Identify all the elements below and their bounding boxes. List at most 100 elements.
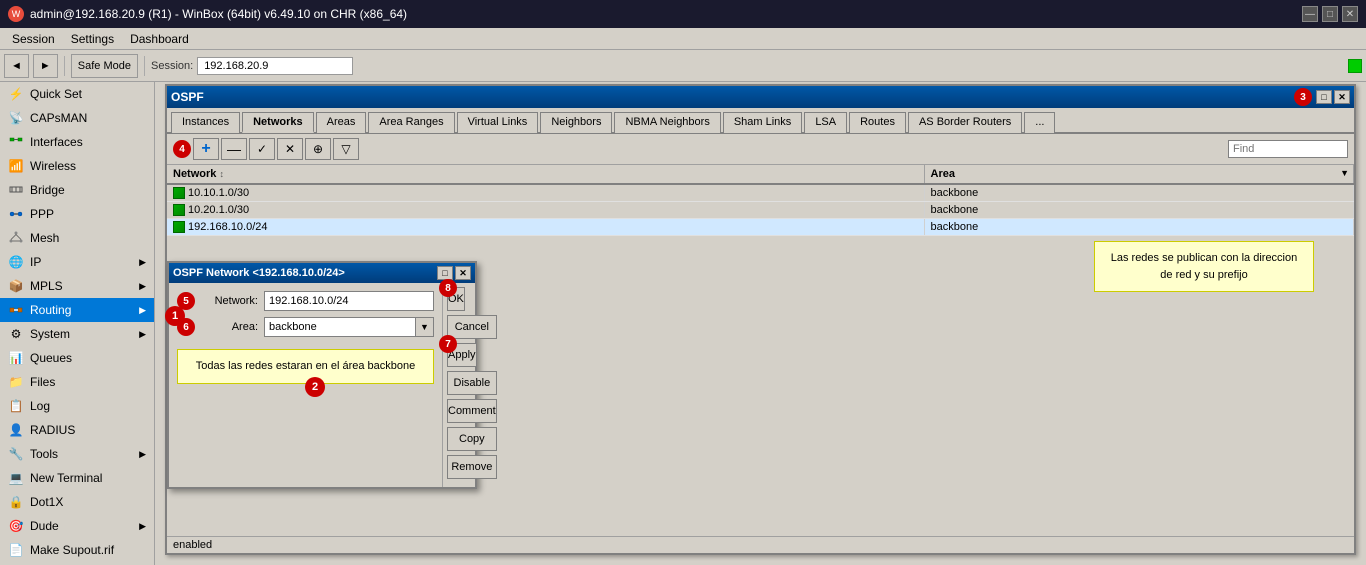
row-status-icon bbox=[173, 204, 185, 216]
delete-button[interactable]: — bbox=[221, 138, 247, 160]
copy-dialog-button[interactable]: Copy bbox=[447, 427, 497, 451]
cancel-button[interactable]: Cancel bbox=[447, 315, 497, 339]
sidebar-label: Queues bbox=[30, 351, 72, 365]
sidebar-item-queues[interactable]: 📊 Queues bbox=[0, 346, 154, 370]
sidebar: ⚡ Quick Set 📡 CAPsMAN Interfaces 📶 Wirel… bbox=[0, 82, 155, 565]
tab-virtual-links[interactable]: Virtual Links bbox=[457, 112, 539, 133]
session-label: Session: bbox=[151, 60, 193, 72]
add-button[interactable]: + bbox=[193, 138, 219, 160]
sidebar-label: System bbox=[30, 327, 70, 341]
remove-button[interactable]: Remove bbox=[447, 455, 497, 479]
area-dropdown-icon[interactable]: ▼ bbox=[1340, 168, 1349, 178]
menu-session[interactable]: Session bbox=[4, 30, 63, 48]
sub-dialog-close[interactable]: ✕ bbox=[455, 266, 471, 280]
sidebar-item-system[interactable]: ⚙ System ▶ bbox=[0, 322, 154, 346]
capsman-icon: 📡 bbox=[8, 110, 24, 126]
cell-area: backbone bbox=[924, 219, 1353, 236]
log-icon: 📋 bbox=[8, 398, 24, 414]
supout-icon: 📄 bbox=[8, 542, 24, 558]
area-select-container: ▼ bbox=[264, 317, 434, 337]
area-select[interactable] bbox=[264, 317, 416, 337]
disable-button[interactable]: Disable bbox=[447, 371, 497, 395]
interfaces-icon bbox=[8, 134, 24, 150]
sidebar-item-ppp[interactable]: PPP bbox=[0, 202, 154, 226]
area-label: Area: bbox=[199, 321, 264, 333]
sub-dialog-restore[interactable]: □ bbox=[437, 266, 453, 280]
minimize-button[interactable]: — bbox=[1302, 6, 1318, 22]
tab-sham-links[interactable]: Sham Links bbox=[723, 112, 802, 133]
tab-area-ranges[interactable]: Area Ranges bbox=[368, 112, 454, 133]
area-form-row: Area: ▼ bbox=[199, 317, 434, 337]
mpls-arrow: ▶ bbox=[139, 281, 146, 292]
ospf-close-button[interactable]: ✕ bbox=[1334, 90, 1350, 104]
sidebar-item-quick-set[interactable]: ⚡ Quick Set bbox=[0, 82, 154, 106]
menu-dashboard[interactable]: Dashboard bbox=[122, 30, 197, 48]
table-row-selected[interactable]: 192.168.10.0/24 backbone bbox=[167, 219, 1354, 236]
cell-network: 192.168.10.0/24 bbox=[167, 219, 924, 236]
row-status-icon bbox=[173, 221, 185, 233]
tab-lsa[interactable]: LSA bbox=[804, 112, 847, 133]
sidebar-item-files[interactable]: 📁 Files bbox=[0, 370, 154, 394]
sidebar-item-mesh[interactable]: Mesh bbox=[0, 226, 154, 250]
tab-more[interactable]: ... bbox=[1024, 112, 1055, 133]
table-row[interactable]: 10.10.1.0/30 backbone bbox=[167, 184, 1354, 202]
maximize-button[interactable]: □ bbox=[1322, 6, 1338, 22]
sort-icon: ↕ bbox=[219, 169, 224, 179]
quick-set-icon: ⚡ bbox=[8, 86, 24, 102]
annotation-1: 1 bbox=[165, 306, 185, 326]
col-area: Area ▼ bbox=[924, 165, 1353, 184]
sidebar-item-wireless[interactable]: 📶 Wireless bbox=[0, 154, 154, 178]
tab-as-border-routers[interactable]: AS Border Routers bbox=[908, 112, 1022, 133]
cell-network: 10.20.1.0/30 bbox=[167, 202, 924, 219]
annotation-7: 7 bbox=[439, 335, 457, 353]
sidebar-item-radius[interactable]: 👤 RADIUS bbox=[0, 418, 154, 442]
sidebar-item-bridge[interactable]: Bridge bbox=[0, 178, 154, 202]
ospf-restore-button[interactable]: □ bbox=[1316, 90, 1332, 104]
sidebar-item-mpls[interactable]: 📦 MPLS ▶ bbox=[0, 274, 154, 298]
mpls-icon: 📦 bbox=[8, 278, 24, 294]
menu-bar: Session Settings Dashboard bbox=[0, 28, 1366, 50]
find-input[interactable] bbox=[1228, 140, 1348, 158]
title-controls: — □ ✕ bbox=[1302, 6, 1358, 22]
sidebar-item-log[interactable]: 📋 Log bbox=[0, 394, 154, 418]
forward-button[interactable]: ► bbox=[33, 54, 58, 78]
area-dropdown-button[interactable]: ▼ bbox=[416, 317, 434, 337]
status-text: enabled bbox=[173, 539, 212, 551]
comment-button[interactable]: Comment bbox=[447, 399, 497, 423]
sidebar-item-capsman[interactable]: 📡 CAPsMAN bbox=[0, 106, 154, 130]
sidebar-item-interfaces[interactable]: Interfaces bbox=[0, 130, 154, 154]
disable-button[interactable]: ✕ bbox=[277, 138, 303, 160]
session-input[interactable] bbox=[197, 57, 353, 75]
sidebar-item-dude[interactable]: 🎯 Dude ▶ bbox=[0, 514, 154, 538]
tab-nbma-neighbors[interactable]: NBMA Neighbors bbox=[614, 112, 720, 133]
ok-btn-wrapper: 8 OK bbox=[447, 287, 497, 315]
tab-neighbors[interactable]: Neighbors bbox=[540, 112, 612, 133]
sidebar-label: Log bbox=[30, 399, 50, 413]
enable-button[interactable]: ✓ bbox=[249, 138, 275, 160]
filter-button[interactable]: ▽ bbox=[333, 138, 359, 160]
copy-button[interactable]: ⊕ bbox=[305, 138, 331, 160]
sidebar-item-dot1x[interactable]: 🔒 Dot1X bbox=[0, 490, 154, 514]
tab-networks[interactable]: Networks bbox=[242, 112, 314, 133]
menu-settings[interactable]: Settings bbox=[63, 30, 122, 48]
sidebar-item-tools[interactable]: 🔧 Tools ▶ bbox=[0, 442, 154, 466]
sidebar-item-ip[interactable]: 🌐 IP ▶ bbox=[0, 250, 154, 274]
safe-mode-button[interactable]: Safe Mode bbox=[71, 54, 138, 78]
tab-instances[interactable]: Instances bbox=[171, 112, 240, 133]
sidebar-label: Dot1X bbox=[30, 495, 63, 509]
sidebar-item-new-terminal[interactable]: 💻 New Terminal bbox=[0, 466, 154, 490]
ppp-icon bbox=[8, 206, 24, 222]
tab-routes[interactable]: Routes bbox=[849, 112, 906, 133]
sidebar-label: PPP bbox=[30, 207, 54, 221]
close-button[interactable]: ✕ bbox=[1342, 6, 1358, 22]
back-button[interactable]: ◄ bbox=[4, 54, 29, 78]
sidebar-label: Files bbox=[30, 375, 55, 389]
table-row[interactable]: 10.20.1.0/30 backbone bbox=[167, 202, 1354, 219]
sidebar-label: Mesh bbox=[30, 231, 59, 245]
row-status-icon bbox=[173, 187, 185, 199]
sidebar-item-make-supout[interactable]: 📄 Make Supout.rif bbox=[0, 538, 154, 562]
wireless-icon: 📶 bbox=[8, 158, 24, 174]
tab-areas[interactable]: Areas bbox=[316, 112, 367, 133]
network-input[interactable] bbox=[264, 291, 434, 311]
sidebar-item-routing[interactable]: Routing ▶ bbox=[0, 298, 154, 322]
